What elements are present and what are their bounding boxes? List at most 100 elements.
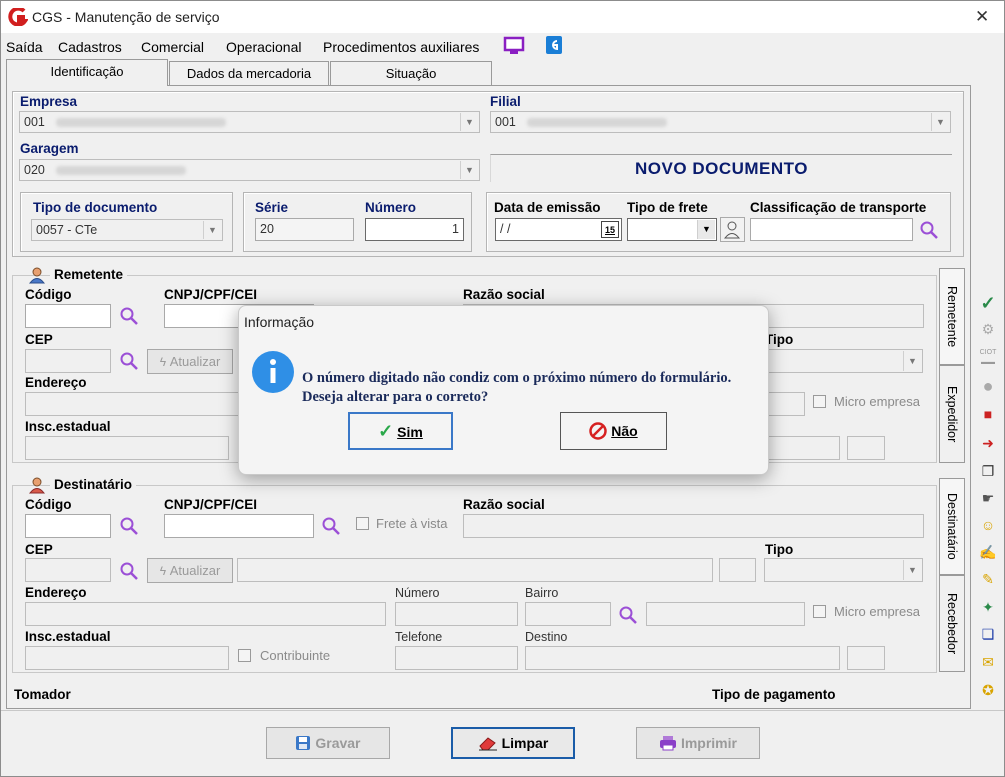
remetente-insc-field[interactable]	[25, 436, 229, 460]
remetente-codigo-field[interactable]	[25, 304, 111, 328]
report-icon[interactable]: ✉	[977, 652, 999, 672]
dialog-yes-button[interactable]: ✓ Sim	[348, 412, 453, 450]
destinatario-numero-field[interactable]	[395, 602, 518, 626]
monitor-icon[interactable]	[503, 36, 525, 56]
calendar-icon[interactable]: 15	[601, 221, 619, 238]
coins-icon[interactable]: ✪	[977, 680, 999, 700]
search-icon[interactable]	[119, 516, 139, 536]
people-icon[interactable]: ☺	[977, 515, 999, 535]
destinatario-insc-field[interactable]	[25, 646, 229, 670]
destinatario-endereco-field[interactable]	[25, 602, 386, 626]
remetente-codigo-label: Código	[25, 287, 72, 302]
destinatario-telefone-label: Telefone	[395, 630, 443, 644]
numero-field[interactable]: 1	[365, 218, 464, 241]
menu-cadastros[interactable]: Cadastros	[58, 39, 122, 55]
lightning-icon: ϟ	[159, 564, 167, 578]
chevron-down-icon[interactable]: ▼	[903, 560, 921, 580]
remetente-cep-field[interactable]	[25, 349, 111, 373]
tab-expedidor[interactable]: Expedidor	[939, 365, 965, 463]
note-icon[interactable]: ✎	[977, 569, 999, 589]
remetente-tipo-label: Tipo	[765, 332, 794, 347]
person-lookup-icon[interactable]	[720, 217, 745, 242]
destinatario-bairro-label: Bairro	[525, 586, 559, 600]
destinatario-uf-field[interactable]	[719, 558, 756, 582]
book-icon[interactable]: ❏	[977, 624, 999, 644]
calendar-day: 15	[604, 225, 615, 235]
imprimir-button[interactable]: Imprimir	[636, 727, 760, 759]
dialog-no-button[interactable]: Não	[560, 412, 667, 450]
chevron-down-icon[interactable]: ▼	[697, 220, 715, 239]
empresa-select[interactable]: 001 ▼	[19, 111, 480, 133]
export-icon[interactable]: ➜	[977, 433, 999, 453]
contribuinte-label: Contribuinte	[260, 648, 331, 663]
destinatario-atualizar-button[interactable]: ϟ Atualizar	[147, 558, 233, 583]
filial-value: 001	[495, 115, 516, 129]
destinatario-destino-field[interactable]	[525, 646, 840, 670]
remetente-endereco-field[interactable]	[25, 392, 239, 416]
tools-icon[interactable]: ⚙	[977, 319, 999, 339]
gravar-button[interactable]: Gravar	[266, 727, 390, 759]
remetente-tipo-select[interactable]: ▼	[764, 349, 923, 373]
chevron-down-icon[interactable]: ▼	[931, 113, 949, 131]
app-badge-icon[interactable]	[545, 35, 563, 55]
search-icon[interactable]	[119, 351, 139, 371]
destinatario-codigo-field[interactable]	[25, 514, 111, 538]
limpar-button[interactable]: Limpar	[451, 727, 575, 759]
close-button[interactable]: ✕	[975, 7, 989, 27]
menu-comercial[interactable]: Comercial	[141, 39, 204, 55]
remetente-atualizar-button[interactable]: ϟ Atualizar	[147, 349, 233, 374]
chevron-down-icon[interactable]: ▼	[460, 113, 478, 131]
hand-point-icon[interactable]: ☛	[977, 488, 999, 508]
chevron-down-icon[interactable]: ▼	[460, 161, 478, 179]
serie-field[interactable]: 20	[255, 218, 354, 241]
checkmark-icon[interactable]: ✓	[977, 293, 999, 313]
menu-procedimentos[interactable]: Procedimentos auxiliares	[323, 39, 479, 55]
garagem-select[interactable]: 020 ▼	[19, 159, 480, 181]
data-emissao-field[interactable]: / / 15	[495, 218, 622, 241]
main-window: CGS - Manutenção de serviço ✕ Saída Cada…	[0, 0, 1005, 777]
chevron-down-icon[interactable]: ▼	[203, 221, 221, 239]
tab-recebedor[interactable]: Recebedor	[939, 575, 965, 672]
ciot-icon[interactable]: CIOT ▬▬	[977, 348, 999, 368]
search-icon[interactable]	[919, 220, 939, 240]
search-icon[interactable]	[119, 306, 139, 326]
tipo-documento-select[interactable]: 0057 - CTe ▼	[31, 219, 223, 241]
destinatario-bairro-field[interactable]	[525, 602, 611, 626]
destinatario-cep-field[interactable]	[25, 558, 111, 582]
destinatario-cnpj-label: CNPJ/CPF/CEI	[164, 497, 258, 512]
tab-destinatario[interactable]: Destinatário	[939, 478, 965, 575]
destinatario-cidade-field[interactable]	[237, 558, 713, 582]
classificacao-field[interactable]	[750, 218, 913, 241]
money-icon[interactable]: ✦	[977, 597, 999, 617]
search-icon[interactable]	[321, 516, 341, 536]
destinatario-bairro-nome-field[interactable]	[646, 602, 805, 626]
tab-identificacao[interactable]: Identificação	[6, 59, 168, 86]
destinatario-cnpj-field[interactable]	[164, 514, 314, 538]
menu-operacional[interactable]: Operacional	[226, 39, 302, 55]
documents-icon[interactable]: ❐	[977, 461, 999, 481]
remetente-bairro-field[interactable]	[768, 392, 805, 416]
filial-select[interactable]: 001 ▼	[490, 111, 951, 133]
remetente-destino-field[interactable]	[768, 436, 840, 460]
tipo-frete-select[interactable]: ▼	[627, 218, 717, 241]
contribuinte-checkbox[interactable]	[238, 649, 251, 662]
search-icon[interactable]	[119, 561, 139, 581]
search-icon[interactable]	[618, 605, 638, 625]
destinatario-destino-uf-field[interactable]	[847, 646, 885, 670]
serie-value: 20	[260, 222, 274, 236]
hand-icon[interactable]: ✍	[977, 542, 999, 562]
destinatario-tipo-select[interactable]: ▼	[764, 558, 923, 582]
frete-vista-checkbox[interactable]	[356, 517, 369, 530]
circle-icon[interactable]: ●	[977, 376, 999, 396]
tab-dados-mercadoria[interactable]: Dados da mercadoria	[169, 61, 329, 85]
remetente-micro-checkbox[interactable]	[813, 395, 826, 408]
remetente-uf-field[interactable]	[847, 436, 885, 460]
destinatario-razao-field[interactable]	[463, 514, 924, 538]
destinatario-micro-checkbox[interactable]	[813, 605, 826, 618]
tab-situacao[interactable]: Situação	[330, 61, 492, 85]
destinatario-telefone-field[interactable]	[395, 646, 518, 670]
truck-icon[interactable]: ■	[977, 404, 999, 424]
tab-remetente[interactable]: Remetente	[939, 268, 965, 365]
chevron-down-icon[interactable]: ▼	[903, 351, 921, 371]
menu-saida[interactable]: Saída	[6, 39, 43, 55]
